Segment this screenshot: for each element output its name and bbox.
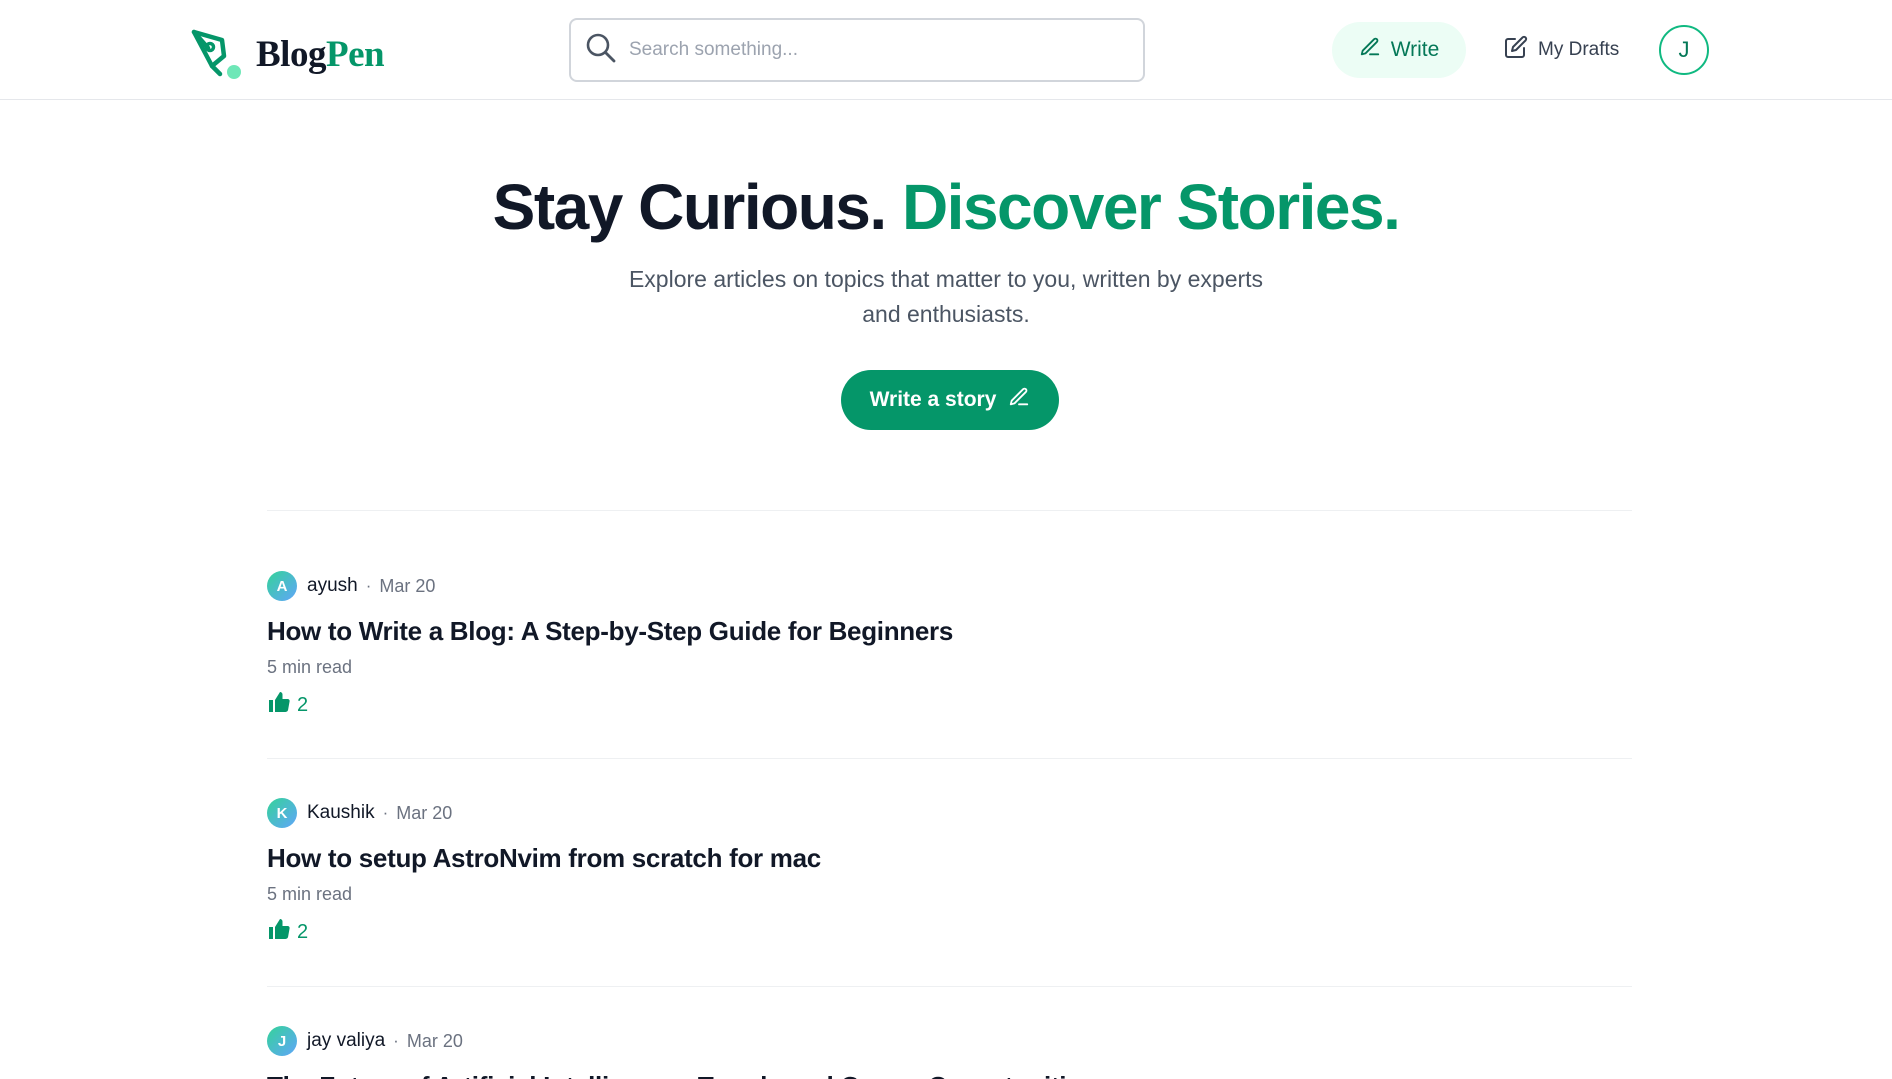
article-meta: A ayush · Mar 20 — [267, 571, 1632, 601]
meta-separator: · — [393, 1031, 399, 1050]
brand-name: BlogPen — [256, 33, 385, 76]
thumbs-up-icon — [267, 917, 297, 947]
article-meta: J jay valiya · Mar 20 — [267, 1026, 1632, 1056]
write-story-label: Write a story — [869, 388, 997, 411]
like-button[interactable]: 2 — [267, 917, 327, 947]
pencil-icon — [1359, 36, 1391, 64]
search-input[interactable] — [629, 39, 1109, 61]
brand-name-part1: Blog — [256, 33, 326, 75]
brand-logo[interactable]: BlogPen — [190, 26, 385, 82]
my-drafts-label: My Drafts — [1538, 39, 1620, 60]
publish-date: Mar 20 — [406, 1030, 463, 1051]
read-time: 5 min read — [267, 657, 353, 677]
like-count: 2 — [297, 920, 309, 943]
hero-subtitle-line2: and enthusiasts. — [862, 301, 1030, 327]
article-divider — [267, 758, 1632, 759]
like-count: 2 — [297, 693, 309, 716]
author-avatar[interactable]: A — [267, 571, 297, 601]
author-avatar[interactable]: K — [267, 798, 297, 828]
author-avatar[interactable]: J — [267, 1026, 297, 1056]
top-navbar: BlogPen Write My Drafts J — [0, 0, 1892, 100]
hero-title-main: Stay Curious. — [492, 171, 888, 243]
read-time: 5 min read — [267, 884, 353, 904]
article-card[interactable]: K Kaushik · Mar 20 How to setup AstroNvi… — [267, 798, 1632, 947]
section-divider — [267, 510, 1632, 511]
search-box[interactable] — [569, 18, 1145, 82]
publish-date: Mar 20 — [396, 802, 453, 823]
author-name[interactable]: jay valiya — [307, 1030, 385, 1052]
pencil-icon — [996, 386, 1030, 414]
meta-separator: · — [382, 803, 389, 822]
hero-subtitle-line1: Explore articles on topics that matter t… — [628, 266, 1264, 292]
user-avatar[interactable]: J — [1659, 25, 1709, 75]
edit-square-icon — [1504, 35, 1538, 65]
hero-title-accent: Discover Stories. — [901, 171, 1401, 243]
pen-nib-icon — [190, 26, 244, 82]
publish-date: Mar 20 — [379, 575, 436, 596]
user-avatar-initial: J — [1678, 37, 1690, 62]
brand-name-part2: Pen — [325, 33, 385, 75]
my-drafts-button[interactable]: My Drafts — [1504, 22, 1619, 78]
write-button[interactable]: Write — [1332, 22, 1466, 78]
hero-subtitle: Explore articles on topics that matter t… — [596, 262, 1296, 332]
article-meta: K Kaushik · Mar 20 — [267, 798, 1632, 828]
author-name[interactable]: ayush — [307, 575, 358, 597]
hero-title: Stay Curious. Discover Stories. — [0, 170, 1892, 244]
write-button-label: Write — [1390, 38, 1440, 61]
write-story-button[interactable]: Write a story — [841, 370, 1059, 430]
search-icon — [585, 32, 617, 69]
article-title[interactable]: The Future of Artificial Intelligence: T… — [267, 1070, 1632, 1079]
thumbs-up-icon — [267, 690, 297, 720]
article-card[interactable]: J jay valiya · Mar 20 The Future of Arti… — [267, 1026, 1632, 1079]
article-title[interactable]: How to setup AstroNvim from scratch for … — [267, 842, 1632, 874]
author-name[interactable]: Kaushik — [307, 802, 375, 824]
article-title[interactable]: How to Write a Blog: A Step-by-Step Guid… — [267, 615, 1632, 647]
article-card[interactable]: A ayush · Mar 20 How to Write a Blog: A … — [267, 571, 1632, 720]
like-button[interactable]: 2 — [267, 690, 327, 720]
article-divider — [267, 986, 1632, 987]
meta-separator: · — [365, 576, 372, 595]
